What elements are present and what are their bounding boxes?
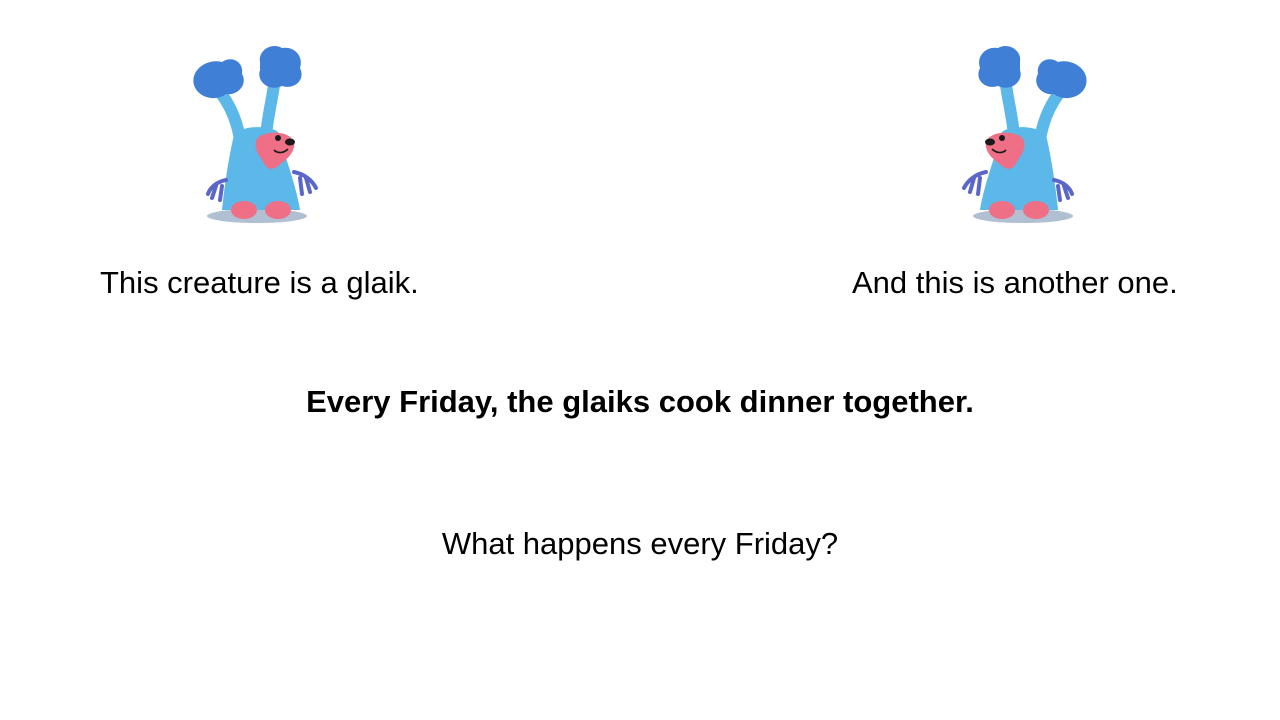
caption-left: This creature is a glaik. bbox=[100, 265, 419, 300]
glaik-illustration-left bbox=[193, 45, 318, 223]
glaik-creature-icon bbox=[182, 40, 332, 230]
slide: This creature is a glaik. And this is an… bbox=[0, 0, 1280, 720]
glaik-illustration-right bbox=[962, 45, 1087, 223]
caption-right: And this is another one. bbox=[852, 265, 1178, 300]
glaik-creature-icon bbox=[948, 40, 1098, 230]
question-text: What happens every Friday? bbox=[441, 526, 839, 561]
statement-text: Every Friday, the glaiks cook dinner tog… bbox=[306, 384, 974, 419]
